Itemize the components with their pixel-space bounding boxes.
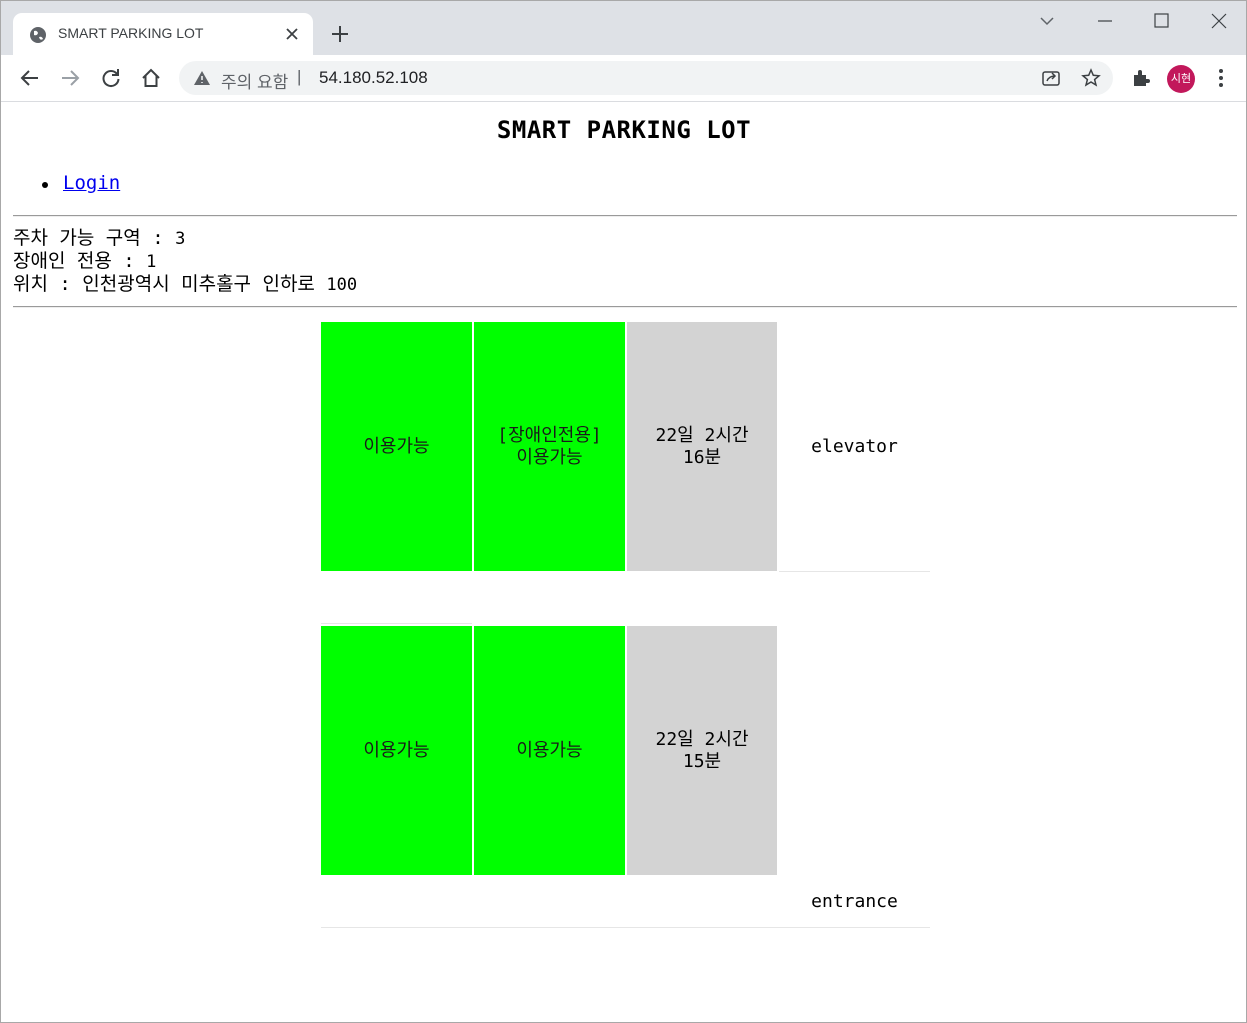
location-label: 위치 : 인천광역시 미추홀구 인하로 bbox=[13, 273, 315, 295]
lane-line bbox=[779, 571, 930, 572]
parking-spot-5[interactable]: 이용가능 bbox=[474, 626, 625, 875]
avatar[interactable]: 시현 bbox=[1167, 65, 1195, 93]
available-count: 주차 가능 구역 : 3 bbox=[13, 227, 185, 251]
parking-spot-6[interactable]: 22일 2시간 15분 bbox=[627, 626, 777, 875]
elevator-label: elevator bbox=[779, 322, 930, 571]
forward-arrow-icon[interactable] bbox=[59, 67, 81, 89]
close-icon[interactable] bbox=[283, 25, 301, 43]
page-title: SMART PARKING LOT bbox=[496, 116, 752, 144]
spot-status: [장애인전용] 이용가능 bbox=[497, 425, 601, 469]
entrance-text: entrance bbox=[811, 891, 898, 912]
spot-line2: 이용가능 bbox=[516, 446, 583, 468]
parking-spot-2[interactable]: [장애인전용] 이용가능 bbox=[474, 322, 625, 571]
spot-line2: 15분 bbox=[682, 750, 722, 772]
chevron-down-icon[interactable] bbox=[1037, 11, 1057, 31]
globe-icon bbox=[30, 27, 46, 43]
spot-line1: 22일 2시간 bbox=[655, 728, 749, 750]
spot-status: 22일 2시간 16분 bbox=[655, 425, 748, 469]
login-link[interactable]: Login bbox=[63, 172, 120, 194]
disabled-count: 장애인 전용 : 1 bbox=[13, 250, 156, 274]
spot-line1: 22일 2시간 bbox=[655, 424, 749, 446]
divider-top bbox=[13, 215, 1237, 217]
disabled-value: 1 bbox=[146, 252, 157, 272]
warning-icon[interactable] bbox=[193, 69, 211, 87]
close-window-icon[interactable] bbox=[1209, 11, 1229, 31]
spot-status: 이용가능 bbox=[363, 436, 429, 458]
star-icon[interactable] bbox=[1081, 68, 1101, 88]
spot-line1: [장애인전용] bbox=[497, 424, 602, 446]
url-text[interactable]: 54.180.52.108 bbox=[319, 68, 428, 88]
location: 위치 : 인천광역시 미추홀구 인하로 100 bbox=[13, 273, 357, 297]
bullet bbox=[42, 182, 48, 188]
page-content: SMART PARKING LOT Login 주차 가능 구역 : 3 장애인… bbox=[2, 102, 1246, 1022]
spot-line1: 이용가능 bbox=[363, 739, 430, 761]
new-tab-icon[interactable] bbox=[329, 23, 351, 45]
tab-title: SMART PARKING LOT bbox=[58, 25, 204, 41]
reload-icon[interactable] bbox=[100, 67, 122, 89]
entrance-label: entrance bbox=[779, 882, 930, 922]
spot-status: 이용가능 bbox=[363, 740, 429, 762]
browser-tab[interactable]: SMART PARKING LOT bbox=[13, 13, 313, 55]
spot-line1: 이용가능 bbox=[516, 739, 583, 761]
parking-spot-4[interactable]: 이용가능 bbox=[321, 626, 472, 875]
extensions-icon[interactable] bbox=[1130, 67, 1152, 89]
browser-toolbar: 주의 요함 | 54.180.52.108 시현 bbox=[1, 55, 1246, 102]
home-icon[interactable] bbox=[140, 67, 162, 89]
tab-strip: SMART PARKING LOT bbox=[1, 1, 1246, 55]
parking-spot-3[interactable]: 22일 2시간 16분 bbox=[627, 322, 777, 571]
lane-line bbox=[321, 623, 472, 624]
security-label[interactable]: 주의 요함 bbox=[221, 68, 288, 93]
spot-line1: 이용가능 bbox=[363, 435, 430, 457]
maximize-icon[interactable] bbox=[1152, 11, 1172, 31]
minimize-icon[interactable] bbox=[1095, 11, 1115, 31]
elevator-text: elevator bbox=[811, 435, 898, 457]
back-arrow-icon[interactable] bbox=[19, 67, 41, 89]
divider-bottom bbox=[13, 306, 1237, 308]
spot-line2: 16분 bbox=[682, 446, 722, 468]
spot-status: 이용가능 bbox=[516, 740, 582, 762]
available-label: 주차 가능 구역 : bbox=[13, 227, 164, 249]
address-bar[interactable]: 주의 요함 | 54.180.52.108 bbox=[179, 61, 1113, 95]
share-icon[interactable] bbox=[1041, 68, 1061, 88]
browser-window: SMART PARKING LOT 주의 요함 | 54.180.52.108 … bbox=[0, 0, 1247, 1023]
disabled-label: 장애인 전용 : bbox=[13, 250, 135, 272]
spot-status: 22일 2시간 15분 bbox=[655, 729, 748, 773]
menu-dots-icon[interactable] bbox=[1211, 67, 1231, 89]
location-value: 100 bbox=[326, 275, 358, 295]
separator: | bbox=[297, 67, 302, 86]
parking-spot-1[interactable]: 이용가능 bbox=[321, 322, 472, 571]
lane-line bbox=[321, 927, 930, 928]
available-value: 3 bbox=[175, 229, 186, 249]
